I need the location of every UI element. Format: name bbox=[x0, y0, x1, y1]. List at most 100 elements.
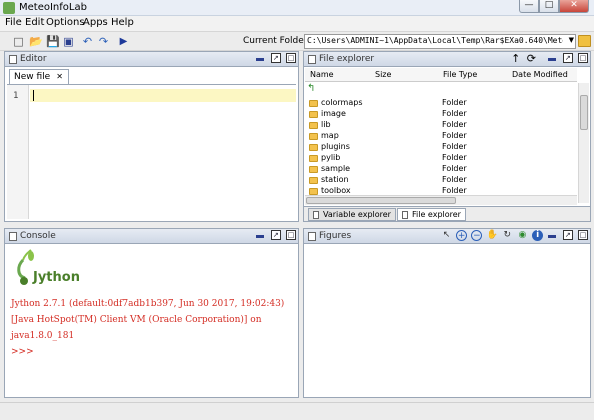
file-row[interactable]: sample Folder bbox=[305, 164, 577, 175]
maximize-panel-icon[interactable]: □ bbox=[578, 230, 588, 240]
browse-folder-icon[interactable] bbox=[578, 35, 591, 47]
file-type: Folder bbox=[442, 175, 467, 184]
file-type: Folder bbox=[442, 109, 467, 118]
minimize-panel-icon[interactable] bbox=[255, 53, 266, 64]
file-explorer-title: File explorer bbox=[319, 54, 375, 64]
file-type: Folder bbox=[442, 120, 467, 129]
console-title: Console bbox=[20, 231, 56, 241]
float-panel-icon[interactable]: ↗ bbox=[270, 53, 281, 63]
folder-icon bbox=[309, 100, 318, 107]
float-panel-icon[interactable]: ↗ bbox=[562, 53, 573, 63]
scrollbar-thumb[interactable] bbox=[306, 197, 456, 204]
maximize-button[interactable]: □ bbox=[539, 0, 559, 13]
tab-label: File explorer bbox=[412, 210, 461, 219]
file-type: Folder bbox=[442, 153, 467, 162]
file-explorer-panel: File explorer ↑ ⟳ ↗ □ Name Size File Typ… bbox=[303, 51, 591, 222]
close-button[interactable]: ✕ bbox=[559, 0, 589, 13]
console-prompt[interactable]: >>> bbox=[11, 347, 34, 357]
menu-apps[interactable]: Apps bbox=[83, 17, 108, 28]
horizontal-scrollbar[interactable] bbox=[305, 195, 577, 205]
figures-panel: Figures ↖ + − ✋ ↻ ◉ i ↗ □ bbox=[303, 228, 591, 398]
column-size[interactable]: Size bbox=[375, 70, 391, 79]
undo-icon[interactable]: ↶ bbox=[81, 35, 94, 48]
panel-doc-icon bbox=[9, 55, 17, 64]
menu-options[interactable]: Options bbox=[46, 17, 85, 28]
menu-help[interactable]: Help bbox=[111, 17, 134, 28]
explorer-tab-bar: Variable explorer File explorer bbox=[304, 206, 590, 221]
menu-file[interactable]: File bbox=[5, 17, 22, 28]
save-icon[interactable]: 💾 bbox=[46, 35, 60, 48]
tab-doc-icon bbox=[402, 211, 408, 219]
folder-icon bbox=[309, 111, 318, 118]
code-editor[interactable]: 1 bbox=[7, 84, 296, 219]
minimize-panel-icon[interactable] bbox=[547, 53, 558, 64]
file-row[interactable]: station Folder bbox=[305, 175, 577, 186]
tab-doc-icon bbox=[313, 211, 319, 219]
menu-bar: File Edit Options Apps Help bbox=[0, 16, 594, 31]
open-folder-icon[interactable]: 📂 bbox=[29, 35, 43, 48]
file-row[interactable]: image Folder bbox=[305, 109, 577, 120]
redo-icon[interactable]: ↷ bbox=[97, 35, 110, 48]
figure-toolbar: ↖ + − ✋ ↻ ◉ i bbox=[441, 230, 544, 243]
refresh-icon[interactable]: ⟳ bbox=[527, 52, 536, 65]
minimize-panel-icon[interactable] bbox=[547, 230, 558, 241]
close-tab-icon[interactable]: ✕ bbox=[56, 72, 63, 81]
text-caret bbox=[33, 90, 34, 101]
new-file-icon[interactable]: □ bbox=[12, 35, 25, 48]
menu-edit[interactable]: Edit bbox=[25, 17, 44, 28]
back-arrow-icon[interactable]: ↰ bbox=[307, 83, 315, 94]
chevron-down-icon[interactable]: ▼ bbox=[569, 36, 574, 44]
console-output-line: Jython 2.7.1 (default:0df7adb1b397, Jun … bbox=[11, 299, 285, 309]
file-name: image bbox=[321, 109, 346, 118]
file-row[interactable]: lib Folder bbox=[305, 120, 577, 131]
title-bar: MeteoInfoLab — □ ✕ bbox=[0, 0, 594, 16]
zoom-in-icon[interactable]: + bbox=[456, 230, 468, 241]
globe-icon[interactable]: ◉ bbox=[517, 230, 528, 241]
maximize-panel-icon[interactable]: □ bbox=[286, 53, 296, 63]
figures-title: Figures bbox=[319, 231, 352, 241]
editor-tab-label: New file bbox=[14, 72, 51, 82]
main-toolbar: □ 📂 💾 ▣ ↶ ↷ ▶ Current Folder: C:\Users\A… bbox=[0, 31, 594, 51]
console-panel: Console ↗ □ Jython Jython 2.7.1 (default… bbox=[4, 228, 299, 398]
vertical-scrollbar[interactable] bbox=[578, 83, 589, 203]
editor-tab-new-file[interactable]: New file ✕ bbox=[9, 69, 69, 84]
current-folder-combo[interactable]: C:\Users\ADMINI~1\AppData\Local\Temp\Rar… bbox=[304, 34, 576, 49]
tab-file-explorer[interactable]: File explorer bbox=[397, 208, 466, 221]
file-name: sample bbox=[321, 164, 351, 173]
column-date-modified[interactable]: Date Modified bbox=[512, 70, 568, 79]
pan-hand-icon[interactable]: ✋ bbox=[487, 230, 498, 241]
file-row[interactable]: map Folder bbox=[305, 131, 577, 142]
save-all-icon[interactable]: ▣ bbox=[62, 35, 75, 48]
column-name[interactable]: Name bbox=[310, 70, 334, 79]
float-panel-icon[interactable]: ↗ bbox=[270, 230, 281, 240]
zoom-out-icon[interactable]: − bbox=[471, 230, 483, 241]
column-file-type[interactable]: File Type bbox=[443, 70, 477, 79]
folder-icon bbox=[309, 122, 318, 129]
file-type: Folder bbox=[442, 131, 467, 140]
minimize-panel-icon[interactable] bbox=[255, 230, 266, 241]
scrollbar-thumb[interactable] bbox=[580, 95, 588, 130]
file-name: lib bbox=[321, 120, 331, 129]
status-bar bbox=[0, 402, 594, 420]
parent-folder-icon[interactable]: ↑ bbox=[511, 52, 520, 65]
file-row[interactable]: pylib Folder bbox=[305, 153, 577, 164]
panel-doc-icon bbox=[308, 55, 316, 64]
select-arrow-icon[interactable]: ↖ bbox=[441, 230, 452, 241]
file-name: toolbox bbox=[321, 186, 351, 195]
minimize-button[interactable]: — bbox=[519, 0, 539, 13]
maximize-panel-icon[interactable]: □ bbox=[286, 230, 296, 240]
current-folder-label: Current Folder: bbox=[243, 36, 311, 46]
folder-icon bbox=[309, 155, 318, 162]
info-icon[interactable]: i bbox=[532, 230, 544, 241]
folder-icon bbox=[309, 166, 318, 173]
editor-header: Editor ↗ □ bbox=[5, 52, 298, 67]
tab-variable-explorer[interactable]: Variable explorer bbox=[308, 208, 396, 221]
file-type: Folder bbox=[442, 142, 467, 151]
console-output-line: java1.8.0_181 bbox=[11, 331, 75, 341]
float-panel-icon[interactable]: ↗ bbox=[562, 230, 573, 240]
run-icon[interactable]: ▶ bbox=[117, 35, 130, 48]
file-row[interactable]: colormaps Folder bbox=[305, 98, 577, 109]
maximize-panel-icon[interactable]: □ bbox=[578, 53, 588, 63]
file-row[interactable]: plugins Folder bbox=[305, 142, 577, 153]
rotate-icon[interactable]: ↻ bbox=[502, 230, 513, 241]
